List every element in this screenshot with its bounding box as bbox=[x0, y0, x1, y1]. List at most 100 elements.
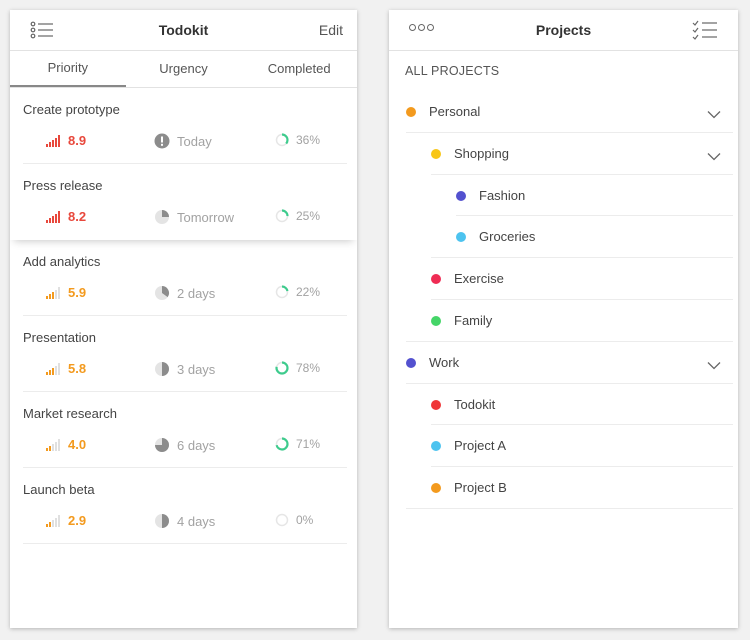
task-meta: 8.9 Today 36% bbox=[46, 133, 357, 151]
projects-screen: Projects ALL PROJECTS Personal Shopping Fa… bbox=[389, 10, 738, 628]
progress-ring-icon bbox=[275, 133, 289, 147]
project-color-dot bbox=[456, 232, 466, 243]
pie-clock-icon bbox=[154, 437, 170, 453]
urgency-label: Tomorrow bbox=[177, 209, 235, 225]
completion-indicator: 71% bbox=[275, 437, 320, 451]
priority-indicator: 2.9 bbox=[46, 513, 86, 528]
priority-score: 5.9 bbox=[68, 285, 87, 300]
urgency-label: 4 days bbox=[177, 513, 216, 529]
progress-ring-icon bbox=[275, 209, 289, 223]
section-header: ALL PROJECTS bbox=[405, 64, 500, 78]
priority-indicator: 5.9 bbox=[46, 285, 86, 300]
project-color-dot bbox=[406, 107, 416, 117]
todokit-screen: Todokit Edit Priority Urgency Completed Cr… bbox=[10, 10, 357, 628]
tab-priority[interactable]: Priority bbox=[10, 51, 126, 87]
top-bar: Projects bbox=[389, 10, 738, 51]
task-meta: 5.8 3 days 78% bbox=[46, 361, 357, 379]
pie-clock-icon bbox=[154, 513, 170, 529]
urgency-indicator: 4 days bbox=[154, 513, 215, 529]
task-row[interactable]: Launch beta 2.9 4 days 0% bbox=[10, 468, 357, 544]
project-label: Groceries bbox=[479, 229, 536, 245]
project-item-fashion[interactable]: Fashion bbox=[389, 175, 738, 217]
priority-score: 8.2 bbox=[68, 209, 87, 224]
task-name: Add analytics bbox=[23, 254, 101, 269]
project-item-project-a[interactable]: Project A bbox=[389, 425, 738, 468]
checklist-icon[interactable] bbox=[692, 20, 718, 45]
project-color-dot bbox=[431, 441, 441, 452]
task-row[interactable]: Create prototype 8.9 Today 36% bbox=[10, 88, 357, 164]
completion-label: 71% bbox=[296, 437, 321, 451]
completion-label: 22% bbox=[296, 285, 321, 299]
project-label: Personal bbox=[429, 104, 481, 119]
completion-label: 78% bbox=[296, 361, 321, 375]
project-color-dot bbox=[431, 399, 441, 410]
priority-bars-icon bbox=[46, 514, 61, 527]
priority-score: 2.9 bbox=[68, 513, 87, 528]
project-color-dot bbox=[431, 274, 441, 285]
project-label: Shopping bbox=[454, 145, 509, 161]
page-title: Projects bbox=[535, 22, 592, 38]
chevron-down-icon[interactable] bbox=[707, 357, 721, 375]
project-list: Personal Shopping Fashion Groceries Exercise… bbox=[389, 91, 738, 509]
project-item-family[interactable]: Family bbox=[389, 300, 738, 342]
priority-bars-icon bbox=[46, 438, 61, 451]
priority-bars-icon bbox=[46, 286, 61, 299]
top-bar: Todokit Edit bbox=[10, 10, 357, 51]
priority-score: 8.9 bbox=[68, 133, 87, 148]
project-label: Exercise bbox=[454, 271, 504, 287]
task-row[interactable]: Press release 8.2 Tomorrow 25% bbox=[10, 164, 357, 240]
project-label: Fashion bbox=[479, 187, 526, 203]
project-item-groceries[interactable]: Groceries bbox=[389, 216, 738, 259]
project-label: Project B bbox=[454, 480, 507, 496]
urgency-label: 2 days bbox=[177, 285, 216, 301]
completion-indicator: 22% bbox=[275, 285, 320, 299]
project-item-exercise[interactable]: Exercise bbox=[389, 258, 738, 300]
task-name: Create prototype bbox=[23, 102, 120, 117]
urgency-label: 6 days bbox=[177, 437, 216, 453]
priority-score: 5.8 bbox=[68, 361, 87, 376]
project-item-personal[interactable]: Personal bbox=[389, 91, 738, 133]
project-color-dot bbox=[431, 148, 441, 159]
priority-bars-icon bbox=[46, 134, 61, 147]
completion-indicator: 25% bbox=[275, 209, 320, 223]
urgency-indicator: 6 days bbox=[154, 437, 215, 453]
project-item-work[interactable]: Work bbox=[389, 342, 738, 384]
pie-clock-icon bbox=[154, 361, 170, 377]
urgency-indicator: Today bbox=[154, 133, 212, 149]
project-item-todokit[interactable]: Todokit bbox=[389, 384, 738, 426]
completion-indicator: 0% bbox=[275, 513, 313, 527]
priority-indicator: 4.0 bbox=[46, 437, 86, 452]
project-label: Work bbox=[429, 354, 460, 370]
chevron-down-icon[interactable] bbox=[707, 148, 721, 166]
project-item-shopping[interactable]: Shopping bbox=[389, 133, 738, 175]
urgency-indicator: 3 days bbox=[154, 361, 215, 377]
pie-clock-icon bbox=[154, 209, 170, 225]
urgency-label: Today bbox=[177, 133, 212, 149]
task-list: Create prototype 8.9 Today 36% Press release… bbox=[10, 88, 357, 544]
task-row[interactable]: Market research 4.0 6 days 71% bbox=[10, 392, 357, 468]
task-meta: 5.9 2 days 22% bbox=[46, 285, 357, 303]
tab-urgency[interactable]: Urgency bbox=[126, 51, 242, 87]
task-name: Presentation bbox=[23, 330, 96, 345]
completion-label: 36% bbox=[296, 133, 321, 147]
task-row[interactable]: Add analytics 5.9 2 days 22% bbox=[10, 240, 357, 316]
priority-indicator: 8.2 bbox=[46, 209, 86, 224]
task-meta: 8.2 Tomorrow 25% bbox=[46, 209, 357, 227]
progress-ring-icon bbox=[275, 437, 289, 451]
project-color-dot bbox=[456, 190, 466, 201]
tab-completed[interactable]: Completed bbox=[241, 51, 357, 87]
task-name: Market research bbox=[23, 406, 117, 421]
edit-button[interactable]: Edit bbox=[319, 22, 343, 38]
task-row[interactable]: Presentation 5.8 3 days 78% bbox=[10, 316, 357, 392]
chevron-down-icon[interactable] bbox=[707, 106, 721, 124]
task-meta: 4.0 6 days 71% bbox=[46, 437, 357, 455]
divider bbox=[406, 507, 733, 509]
project-item-project-b[interactable]: Project B bbox=[389, 467, 738, 509]
completion-indicator: 78% bbox=[275, 361, 320, 375]
project-color-dot bbox=[431, 483, 441, 494]
progress-ring-icon bbox=[275, 361, 289, 375]
project-label: Project A bbox=[454, 438, 507, 454]
task-meta: 2.9 4 days 0% bbox=[46, 513, 357, 531]
priority-bars-icon bbox=[46, 210, 61, 223]
priority-indicator: 5.8 bbox=[46, 361, 86, 376]
